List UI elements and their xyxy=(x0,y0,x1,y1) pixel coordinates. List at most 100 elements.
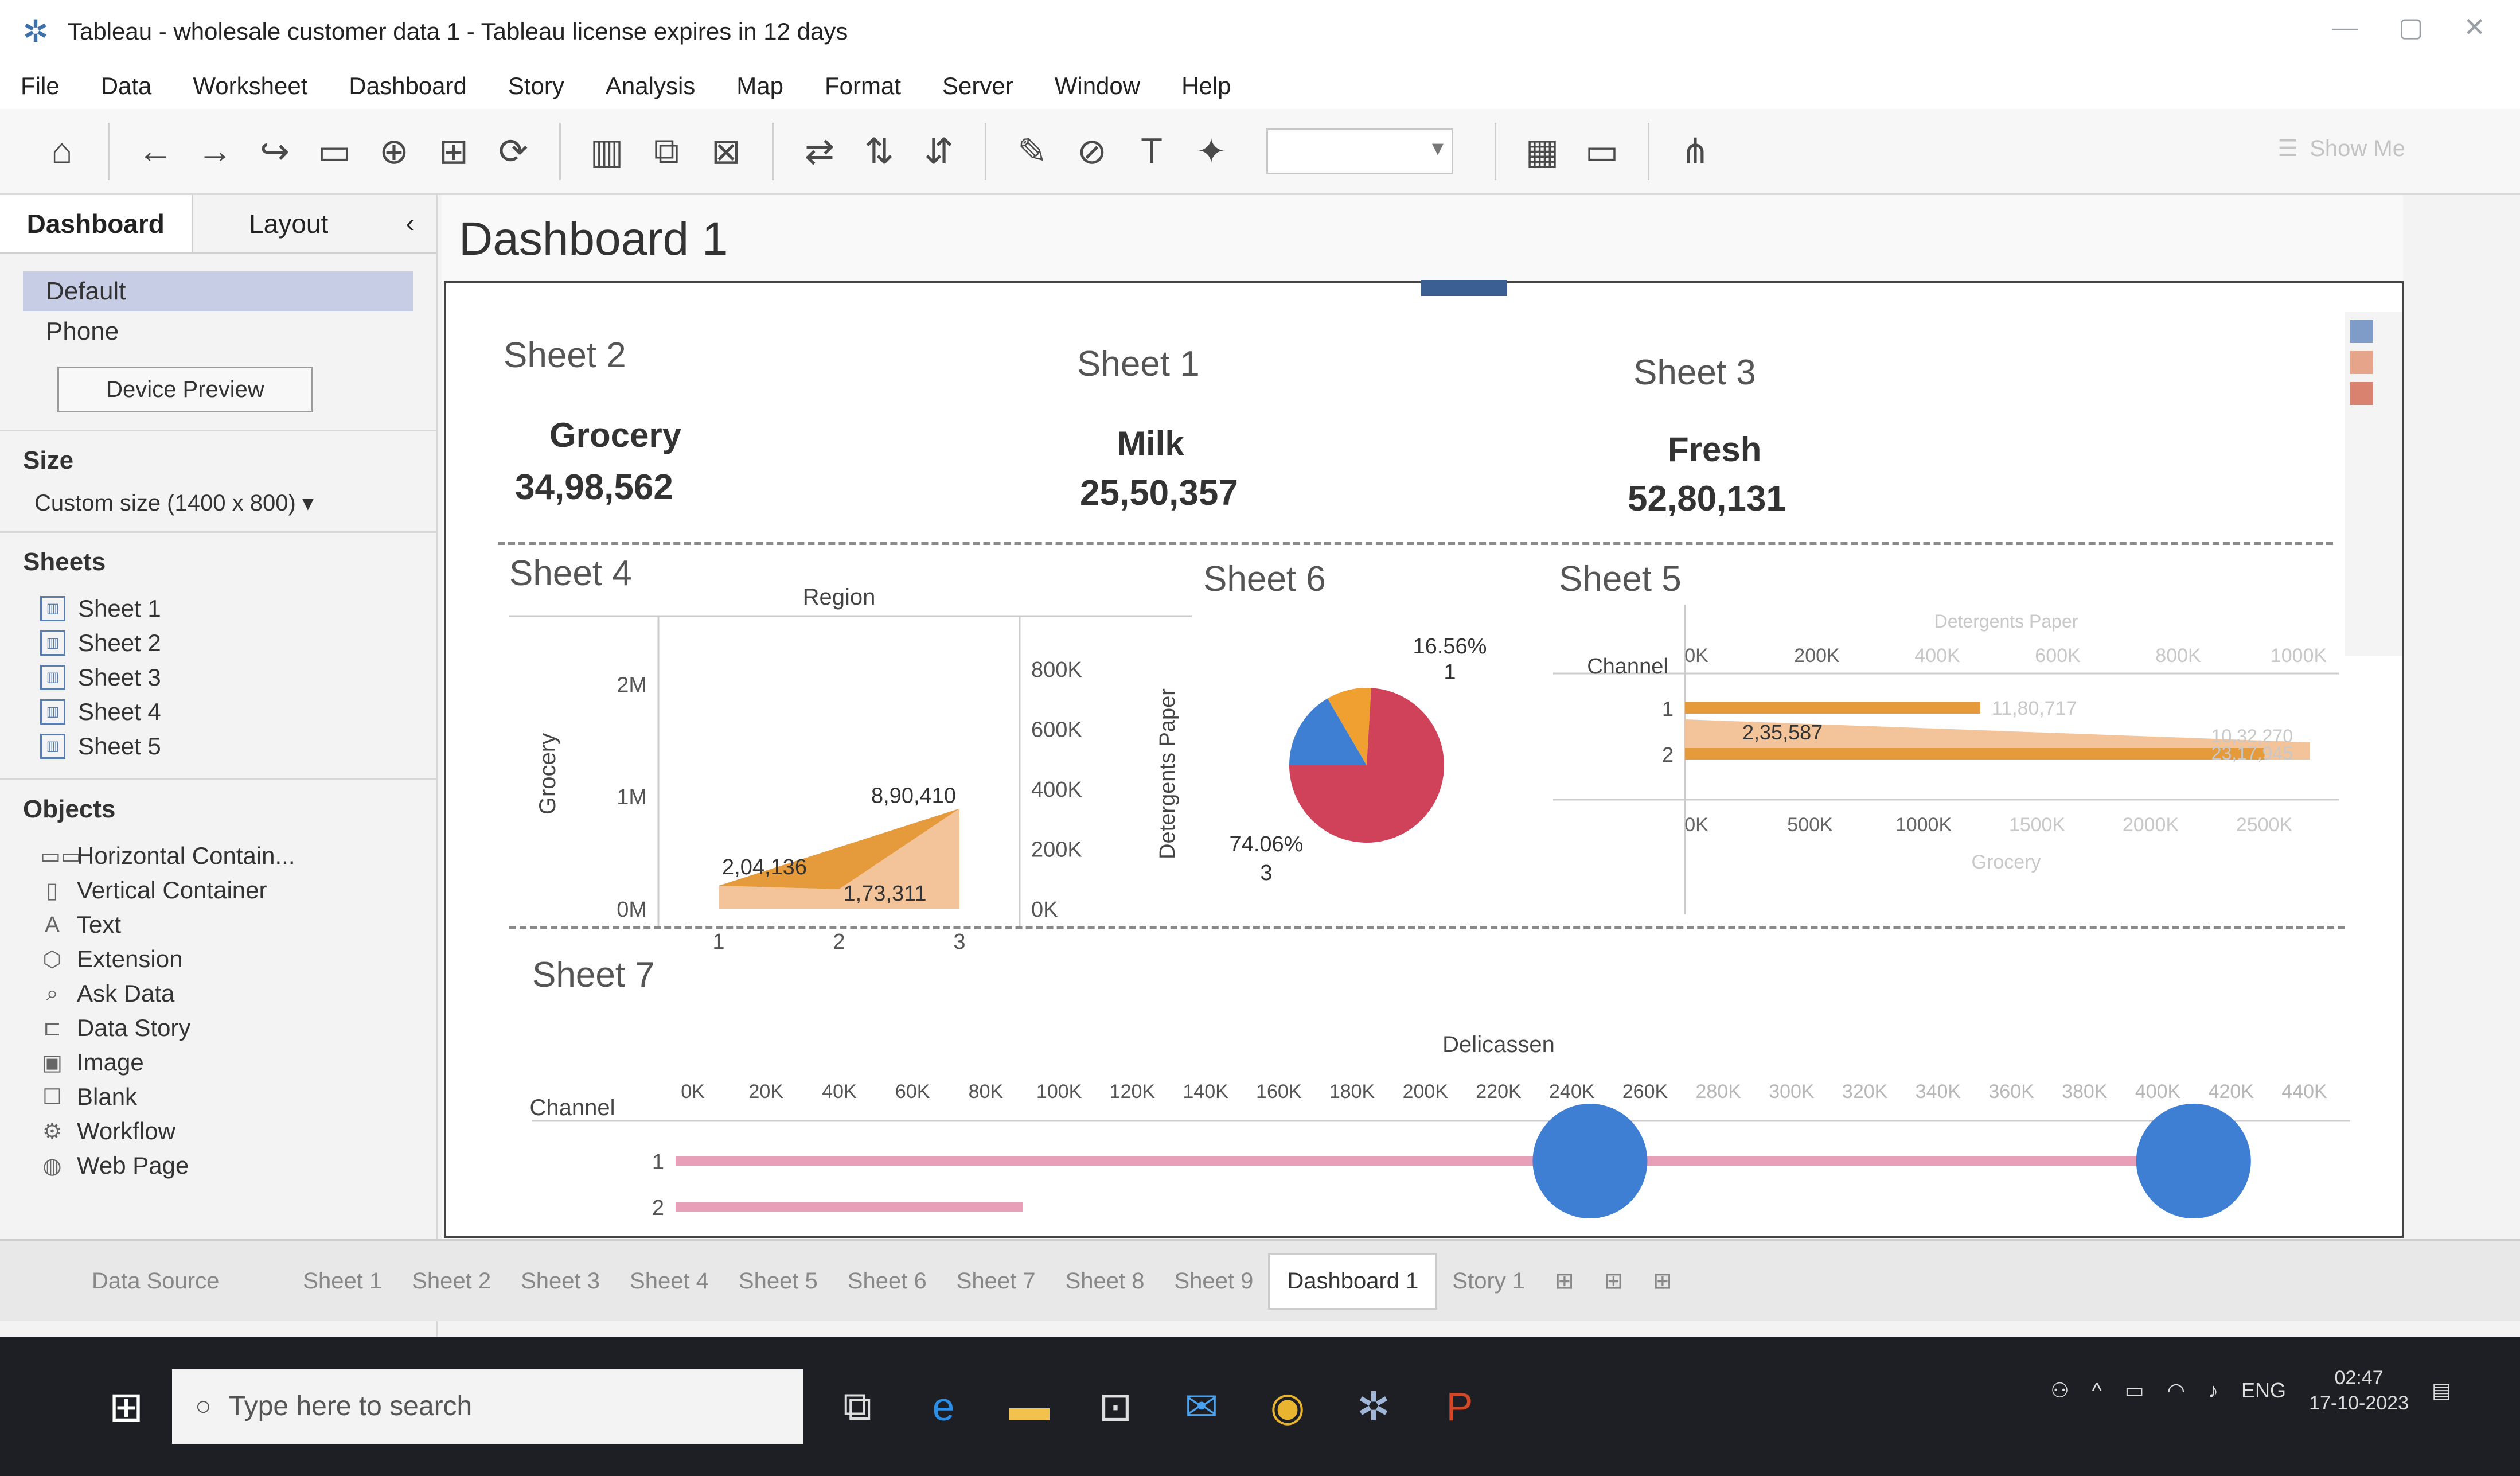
new-story-icon[interactable]: ⊞ xyxy=(1638,1268,1687,1294)
tab-layout[interactable]: Layout xyxy=(193,195,385,252)
sheet-list-label: Sheet 3 xyxy=(78,664,161,691)
size-dropdown[interactable]: Custom size (1400 x 800) ▾ xyxy=(23,490,413,516)
sheet-list-item[interactable]: ▥ Sheet 3 xyxy=(23,660,413,695)
tab-dashboard-1[interactable]: Dashboard 1 xyxy=(1268,1252,1438,1310)
object-item[interactable]: ▭▭ Horizontal Contain... xyxy=(23,839,413,873)
x-tick-label: 440K xyxy=(2281,1081,2327,1103)
tab-sheet[interactable]: Sheet 1 xyxy=(288,1268,397,1294)
tableau-app-icon[interactable]: ✲ xyxy=(1342,1375,1405,1438)
object-item[interactable]: ⌕ Ask Data xyxy=(23,976,413,1011)
pause-updates-icon[interactable]: ⊞ xyxy=(426,124,481,179)
collapse-panel-icon[interactable]: ‹ xyxy=(384,195,436,252)
clock[interactable]: 02:47 17-10-2023 xyxy=(2309,1365,2409,1416)
notification-icon[interactable]: ▤ xyxy=(2432,1378,2451,1403)
tab-sheet[interactable]: Sheet 5 xyxy=(724,1268,833,1294)
presentation-mode-icon[interactable]: ▭ xyxy=(1574,124,1629,179)
object-item[interactable]: ⬡ Extension xyxy=(23,942,413,976)
minimize-icon[interactable]: — xyxy=(2332,11,2358,42)
wifi-icon[interactable]: ◠ xyxy=(2167,1378,2185,1403)
tab-sheet[interactable]: Sheet 4 xyxy=(615,1268,724,1294)
menu-item-analysis[interactable]: Analysis xyxy=(585,72,716,100)
swap-rows-columns-icon[interactable]: ⇄ xyxy=(792,124,847,179)
maximize-icon[interactable]: ▢ xyxy=(2398,11,2423,42)
people-icon[interactable]: ⚇ xyxy=(2050,1378,2069,1403)
menu-item-map[interactable]: Map xyxy=(716,72,804,100)
tab-sheet[interactable]: Sheet 8 xyxy=(1051,1268,1160,1294)
sort-ascending-icon[interactable]: ⇅ xyxy=(852,124,907,179)
menu-item-window[interactable]: Window xyxy=(1034,72,1161,100)
task-view-icon[interactable]: ⧉ xyxy=(826,1375,889,1438)
dashboard-canvas[interactable]: Sheet 2 Grocery 34,98,562 Sheet 1 Milk 2… xyxy=(444,280,2404,1238)
container-divider xyxy=(509,926,2345,929)
object-item[interactable]: ☐ Blank xyxy=(23,1080,413,1114)
battery-icon[interactable]: ▭ xyxy=(2125,1378,2144,1403)
object-item[interactable]: ⚙ Workflow xyxy=(23,1114,413,1148)
chevron-up-icon[interactable]: ^ xyxy=(2092,1378,2102,1403)
tab-sheet[interactable]: Sheet 7 xyxy=(942,1268,1051,1294)
tab-dashboard[interactable]: Dashboard xyxy=(0,195,193,252)
tab-sheet[interactable]: Sheet 9 xyxy=(1159,1268,1268,1294)
clear-sheet-icon[interactable]: ⊠ xyxy=(699,124,754,179)
toolbar-divider xyxy=(1648,122,1649,180)
tab-data-source[interactable]: Data Source xyxy=(92,1268,219,1294)
tab-sheet[interactable]: Sheet 2 xyxy=(397,1268,506,1294)
menu-item-data[interactable]: Data xyxy=(80,72,173,100)
windows-start-icon[interactable]: ⊞ xyxy=(80,1361,172,1452)
new-worksheet-icon[interactable]: ▥ xyxy=(579,124,634,179)
fit-dropdown[interactable] xyxy=(1266,128,1453,174)
x-tick-label: 420K xyxy=(2209,1081,2254,1103)
toolbar-divider xyxy=(1495,122,1496,180)
menu-item-help[interactable]: Help xyxy=(1161,72,1251,100)
store-icon[interactable]: ⊡ xyxy=(1084,1375,1147,1438)
save-icon[interactable]: ▭ xyxy=(307,124,362,179)
object-item[interactable]: ◍ Web Page xyxy=(23,1148,413,1183)
sheet-list-item[interactable]: ▥ Sheet 1 xyxy=(23,591,413,626)
device-preview-button[interactable]: Device Preview xyxy=(57,367,313,412)
sheet-list-item[interactable]: ▥ Sheet 5 xyxy=(23,729,413,764)
show-cards-icon[interactable]: ▦ xyxy=(1515,124,1570,179)
device-phone[interactable]: Phone xyxy=(23,311,413,352)
redo-icon[interactable]: → xyxy=(188,124,243,179)
device-default[interactable]: Default xyxy=(23,271,413,311)
new-worksheet-icon[interactable]: ⊞ xyxy=(1540,1268,1589,1294)
language-indicator[interactable]: ENG xyxy=(2241,1378,2286,1403)
sheet-list-item[interactable]: ▥ Sheet 2 xyxy=(23,626,413,660)
tab-story-1[interactable]: Story 1 xyxy=(1437,1268,1540,1294)
duplicate-sheet-icon[interactable]: ⧉ xyxy=(639,124,694,179)
taskbar-search-box[interactable]: ○ Type here to search xyxy=(172,1369,803,1444)
show-labels-icon[interactable]: T xyxy=(1124,124,1179,179)
powerpoint-icon[interactable]: P xyxy=(1428,1375,1491,1438)
menu-item-file[interactable]: File xyxy=(0,72,80,100)
menu-item-worksheet[interactable]: Worksheet xyxy=(172,72,328,100)
menu-item-format[interactable]: Format xyxy=(804,72,922,100)
file-explorer-icon[interactable]: ▬ xyxy=(998,1375,1061,1438)
tab-sheet[interactable]: Sheet 6 xyxy=(833,1268,942,1294)
edge-browser-icon[interactable]: e xyxy=(912,1375,975,1438)
object-item[interactable]: A Text xyxy=(23,908,413,942)
object-item[interactable]: ▣ Image xyxy=(23,1045,413,1080)
menu-item-dashboard[interactable]: Dashboard xyxy=(328,72,487,100)
close-icon[interactable]: ✕ xyxy=(2463,11,2486,42)
undo-icon[interactable]: ← xyxy=(128,124,183,179)
fix-axes-icon[interactable]: ✦ xyxy=(1184,124,1239,179)
object-item[interactable]: ▯ Vertical Container xyxy=(23,873,413,908)
new-data-source-icon[interactable]: ⊕ xyxy=(366,124,422,179)
mail-icon[interactable]: ✉ xyxy=(1170,1375,1233,1438)
share-icon[interactable]: ⋔ xyxy=(1668,124,1723,179)
sort-descending-icon[interactable]: ⇵ xyxy=(911,124,966,179)
home-icon[interactable]: ⌂ xyxy=(34,124,89,179)
object-item[interactable]: ⊏ Data Story xyxy=(23,1011,413,1045)
volume-icon[interactable]: ♪ xyxy=(2208,1378,2218,1403)
refresh-icon[interactable]: ⟳ xyxy=(486,124,541,179)
sheet-list-item[interactable]: ▥ Sheet 4 xyxy=(23,695,413,729)
group-icon[interactable]: ⊘ xyxy=(1064,124,1119,179)
clock-date: 17-10-2023 xyxy=(2309,1392,2409,1414)
show-me-button[interactable]: ☰ Show Me xyxy=(2277,135,2405,162)
menu-item-server[interactable]: Server xyxy=(922,72,1034,100)
chrome-icon[interactable]: ◉ xyxy=(1256,1375,1319,1438)
replay-icon[interactable]: ↪ xyxy=(247,124,302,179)
tab-sheet[interactable]: Sheet 3 xyxy=(506,1268,615,1294)
new-dashboard-icon[interactable]: ⊞ xyxy=(1589,1268,1639,1294)
menu-item-story[interactable]: Story xyxy=(487,72,585,100)
highlight-icon[interactable]: ✎ xyxy=(1005,124,1060,179)
